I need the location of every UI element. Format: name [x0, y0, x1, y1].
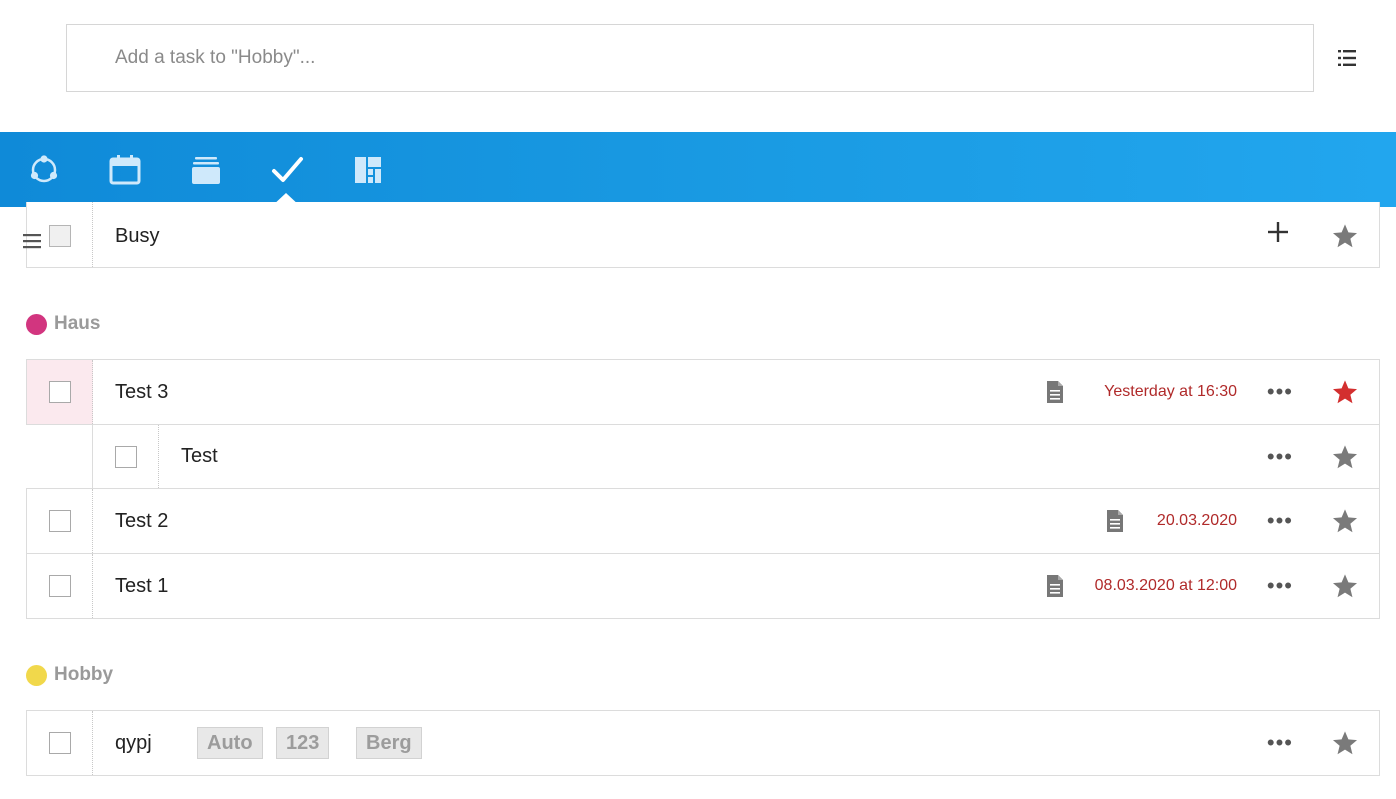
add-task-input[interactable]	[66, 24, 1314, 92]
due-date: 20.03.2020	[1156, 512, 1237, 529]
task-row[interactable]: Test 3 Yesterday at 16:30 •••	[26, 359, 1380, 425]
checkbox-cell	[27, 554, 93, 618]
list-view-icon[interactable]	[1335, 46, 1359, 70]
note-icon[interactable]	[1045, 574, 1065, 598]
task-title[interactable]: qypj	[115, 711, 152, 775]
more-options-button[interactable]: •••	[1267, 425, 1293, 488]
group-color-dot	[26, 313, 47, 335]
task-row[interactable]: qypj Auto 123 Berg •••	[26, 710, 1380, 776]
star-icon[interactable]	[1331, 729, 1359, 757]
group-label: Haus	[54, 313, 101, 334]
star-icon[interactable]	[1331, 443, 1359, 471]
star-icon[interactable]	[1331, 572, 1359, 600]
drag-handle-icon[interactable]	[22, 231, 42, 251]
task-row[interactable]: Test 1 08.03.2020 at 12:00 •••	[26, 553, 1380, 619]
star-icon[interactable]	[1331, 222, 1359, 250]
group-label: Hobby	[54, 664, 114, 685]
stack-icon[interactable]	[188, 152, 224, 188]
task-title[interactable]: Test 1	[115, 554, 168, 618]
task-checkbox[interactable]	[49, 575, 71, 597]
checkbox-cell	[27, 711, 93, 775]
task-title[interactable]: Busy	[115, 204, 159, 269]
task-checkbox[interactable]	[49, 510, 71, 532]
cycle-icon[interactable]	[26, 152, 62, 188]
task-title[interactable]: Test 3	[115, 360, 168, 424]
star-icon[interactable]	[1331, 378, 1359, 406]
group-header-hobby[interactable]: Hobby	[26, 664, 113, 686]
add-subtask-icon[interactable]	[1265, 219, 1291, 245]
tag-chip[interactable]: 123	[276, 727, 330, 759]
task-checkbox[interactable]	[115, 446, 137, 468]
tag-chip[interactable]: Berg	[356, 727, 422, 759]
task-row-busy[interactable]: Busy	[26, 202, 1380, 268]
task-title[interactable]: Test	[181, 425, 218, 488]
due-date: Yesterday at 16:30	[1104, 383, 1237, 400]
task-title[interactable]: Test 2	[115, 489, 168, 553]
checkbox-cell	[27, 360, 93, 424]
more-options-button[interactable]: •••	[1267, 489, 1293, 553]
subtask-row[interactable]: Test •••	[92, 424, 1380, 489]
main-navbar	[0, 132, 1396, 207]
due-date: 08.03.2020 at 12:00	[1094, 577, 1237, 594]
note-icon[interactable]	[1045, 380, 1065, 404]
checkbox-cell	[93, 425, 159, 488]
group-color-dot	[26, 664, 47, 686]
more-options-button[interactable]: •••	[1267, 554, 1293, 618]
task-checkbox[interactable]	[49, 732, 71, 754]
checkbox-cell	[27, 489, 93, 553]
check-icon[interactable]	[269, 152, 305, 188]
task-checkbox[interactable]	[49, 225, 71, 247]
calendar-icon[interactable]	[107, 152, 143, 188]
star-icon[interactable]	[1331, 507, 1359, 535]
note-icon[interactable]	[1105, 509, 1125, 533]
more-options-button[interactable]: •••	[1267, 711, 1293, 775]
more-options-button[interactable]: •••	[1267, 360, 1293, 424]
task-checkbox[interactable]	[49, 381, 71, 403]
group-header-haus[interactable]: Haus	[26, 313, 100, 335]
dashboard-icon[interactable]	[350, 152, 386, 188]
tag-chip[interactable]: Auto	[197, 727, 263, 759]
task-row[interactable]: Test 2 20.03.2020 •••	[26, 488, 1380, 554]
